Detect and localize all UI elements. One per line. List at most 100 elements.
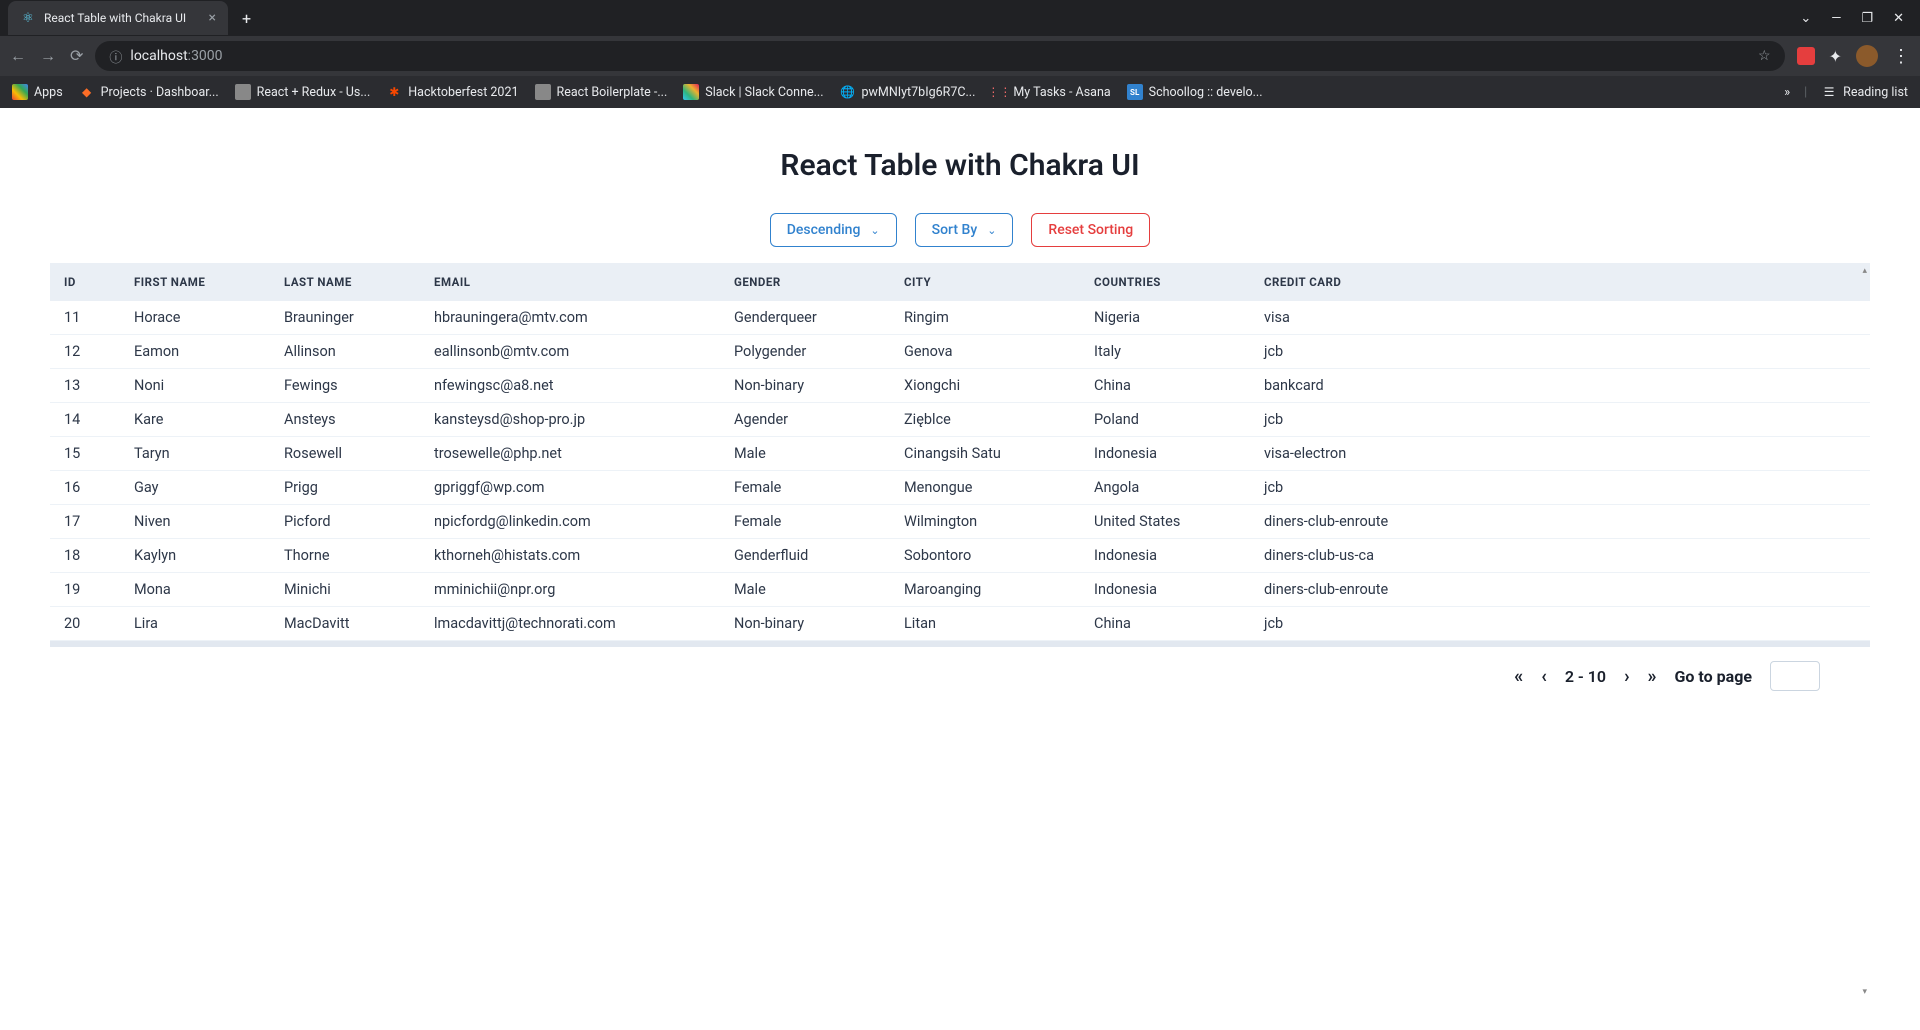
cell-card: diners-club-enroute <box>1250 505 1870 539</box>
cell-card: diners-club-enroute <box>1250 573 1870 607</box>
cell-city: Genova <box>890 335 1080 369</box>
bookmark-react-redux[interactable]: React + Redux - Us... <box>235 84 371 100</box>
cell-gender: Agender <box>720 403 890 437</box>
cell-first: Niven <box>120 505 270 539</box>
chevron-down-icon: ⌄ <box>987 224 996 237</box>
cell-id: 18 <box>50 539 120 573</box>
cell-city: Sobontoro <box>890 539 1080 573</box>
extensions-icon[interactable]: ✦ <box>1829 47 1842 66</box>
bookmark-label: React + Redux - Us... <box>257 85 371 100</box>
col-credit-card[interactable]: CREDIT CARD <box>1250 263 1870 301</box>
cell-id: 12 <box>50 335 120 369</box>
table-row: 15TarynRosewelltrosewelle@php.netMaleCin… <box>50 437 1870 471</box>
bookmark-boilerplate[interactable]: React Boilerplate -... <box>535 84 668 100</box>
cell-card: jcb <box>1250 403 1870 437</box>
cell-last: Ansteys <box>270 403 420 437</box>
cell-country: United States <box>1080 505 1250 539</box>
table-row: 13NoniFewingsnfewingsc@a8.netNon-binaryX… <box>50 369 1870 403</box>
bookmark-asana[interactable]: ⋮⋮ My Tasks - Asana <box>991 84 1110 100</box>
cell-id: 13 <box>50 369 120 403</box>
profile-avatar[interactable] <box>1856 45 1878 67</box>
table-row: 16GayPrigggpriggf@wp.comFemaleMenongueAn… <box>50 471 1870 505</box>
cell-email: gpriggf@wp.com <box>420 471 720 505</box>
hacktoberfest-icon: ✱ <box>386 84 402 100</box>
cell-card: bankcard <box>1250 369 1870 403</box>
descending-dropdown[interactable]: Descending ⌄ <box>770 213 897 247</box>
table-container: ▴ ID FIRST NAME LAST NAME EMAIL GENDER C… <box>50 263 1870 641</box>
info-icon[interactable]: ⓘ <box>109 47 122 66</box>
toolbar-right: ✦ ⋮ <box>1797 45 1910 67</box>
bookmark-schoollog[interactable]: SL Schoollog :: develo... <box>1127 84 1263 100</box>
cell-first: Mona <box>120 573 270 607</box>
bookmark-star-icon[interactable]: ☆ <box>1758 48 1771 64</box>
prev-page-icon[interactable]: ‹ <box>1541 666 1547 687</box>
cell-first: Noni <box>120 369 270 403</box>
menu-dots-icon[interactable]: ⋮ <box>1892 46 1910 67</box>
table-row: 18KaylynThornekthorneh@histats.comGender… <box>50 539 1870 573</box>
bookmarks-overflow-icon[interactable]: » <box>1784 85 1790 100</box>
bookmark-hacktoberfest[interactable]: ✱ Hacktoberfest 2021 <box>386 84 518 100</box>
close-window-icon[interactable]: ✕ <box>1893 11 1904 26</box>
cell-country: Nigeria <box>1080 301 1250 335</box>
back-icon[interactable]: ← <box>10 46 26 66</box>
first-page-icon[interactable]: « <box>1514 666 1523 687</box>
col-email[interactable]: EMAIL <box>420 263 720 301</box>
cell-first: Taryn <box>120 437 270 471</box>
last-page-icon[interactable]: » <box>1648 666 1657 687</box>
new-tab-button[interactable]: + <box>242 9 251 28</box>
url-path: :3000 <box>188 48 223 64</box>
cell-country: China <box>1080 369 1250 403</box>
globe-icon: 🌐 <box>840 84 856 100</box>
cell-gender: Genderfluid <box>720 539 890 573</box>
page-content: React Table with Chakra UI Descending ⌄ … <box>0 108 1920 731</box>
cell-first: Lira <box>120 607 270 641</box>
reading-list-button[interactable]: ☰ Reading list <box>1821 84 1908 100</box>
extension-icon[interactable] <box>1797 47 1815 65</box>
slack-icon <box>683 84 699 100</box>
cell-country: Italy <box>1080 335 1250 369</box>
titlebar: ⚛ React Table with Chakra UI × + ⌄ — ❐ ✕ <box>0 0 1920 36</box>
apps-grid-icon <box>12 84 28 100</box>
maximize-icon[interactable]: ❐ <box>1861 11 1873 26</box>
col-countries[interactable]: COUNTRIES <box>1080 263 1250 301</box>
bookmark-label: Projects · Dashboar... <box>101 85 219 100</box>
cell-city: Ringim <box>890 301 1080 335</box>
bookmark-slack[interactable]: Slack | Slack Conne... <box>683 84 823 100</box>
browser-tab[interactable]: ⚛ React Table with Chakra UI × <box>8 1 228 35</box>
reload-icon[interactable]: ⟳ <box>70 46 83 66</box>
cell-email: kthorneh@histats.com <box>420 539 720 573</box>
cell-card: visa <box>1250 301 1870 335</box>
sort-by-dropdown[interactable]: Sort By ⌄ <box>915 213 1014 247</box>
cell-country: Indonesia <box>1080 437 1250 471</box>
sort-by-label: Sort By <box>932 222 978 238</box>
cell-country: Poland <box>1080 403 1250 437</box>
cell-gender: Non-binary <box>720 369 890 403</box>
table-row: 12EamonAllinsoneallinsonb@mtv.comPolygen… <box>50 335 1870 369</box>
cell-email: npicfordg@linkedin.com <box>420 505 720 539</box>
close-tab-icon[interactable]: × <box>209 10 216 26</box>
minimize-icon[interactable]: — <box>1831 11 1841 26</box>
col-first-name[interactable]: FIRST NAME <box>120 263 270 301</box>
address-bar[interactable]: ⓘ localhost:3000 ☆ <box>95 41 1784 71</box>
cell-gender: Non-binary <box>720 607 890 641</box>
col-last-name[interactable]: LAST NAME <box>270 263 420 301</box>
bookmark-label: React Boilerplate -... <box>557 85 668 100</box>
bookmark-apps[interactable]: Apps <box>12 84 63 100</box>
bookmark-pwmn[interactable]: 🌐 pwMNIyt7bIg6R7C... <box>840 84 976 100</box>
col-gender[interactable]: GENDER <box>720 263 890 301</box>
bookmark-projects[interactable]: ◆ Projects · Dashboar... <box>79 84 219 100</box>
cell-country: Indonesia <box>1080 539 1250 573</box>
forward-icon[interactable]: → <box>40 46 56 66</box>
go-to-page-input[interactable] <box>1770 661 1820 691</box>
table-header: ID FIRST NAME LAST NAME EMAIL GENDER CIT… <box>50 263 1870 301</box>
cell-gender: Male <box>720 573 890 607</box>
next-page-icon[interactable]: › <box>1624 666 1629 687</box>
reset-sorting-button[interactable]: Reset Sorting <box>1031 213 1150 247</box>
col-city[interactable]: CITY <box>890 263 1080 301</box>
chevron-down-icon[interactable]: ⌄ <box>1800 11 1811 26</box>
col-id[interactable]: ID <box>50 263 120 301</box>
scroll-down-icon[interactable]: ▾ <box>1862 987 1867 997</box>
gitlab-icon: ◆ <box>79 84 95 100</box>
reading-list-icon: ☰ <box>1821 84 1837 100</box>
scroll-up-icon[interactable]: ▴ <box>1862 266 1867 276</box>
